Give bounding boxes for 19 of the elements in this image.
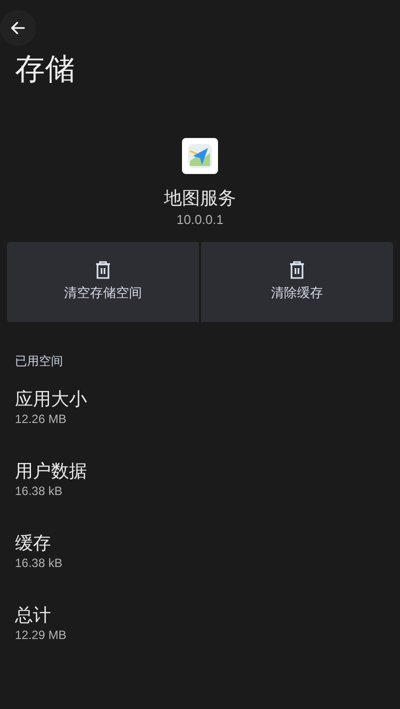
- trash-icon: [95, 261, 111, 280]
- trash-icon: [289, 261, 305, 280]
- item-label: 总计: [15, 604, 51, 627]
- item-label: 缓存: [15, 532, 51, 555]
- item-value: 16.38 kB: [15, 483, 62, 499]
- app-version: 10.0.0.1: [176, 211, 224, 229]
- page-title: 存储: [15, 52, 75, 88]
- back-arrow-icon: [9, 19, 27, 37]
- item-value: 12.29 MB: [15, 627, 66, 643]
- app-icon: [182, 138, 218, 174]
- item-value: 12.26 MB: [15, 411, 66, 427]
- action-button[interactable]: 清除缓存: [201, 242, 393, 322]
- item-label: 应用大小: [15, 388, 87, 411]
- item-value: 16.38 kB: [15, 555, 62, 571]
- action-button[interactable]: 清空存储空间: [7, 242, 199, 322]
- back-button[interactable]: [0, 10, 36, 46]
- item-label: 用户数据: [15, 460, 87, 483]
- section-header: 已用空间: [15, 353, 63, 369]
- app-name: 地图服务: [164, 187, 236, 210]
